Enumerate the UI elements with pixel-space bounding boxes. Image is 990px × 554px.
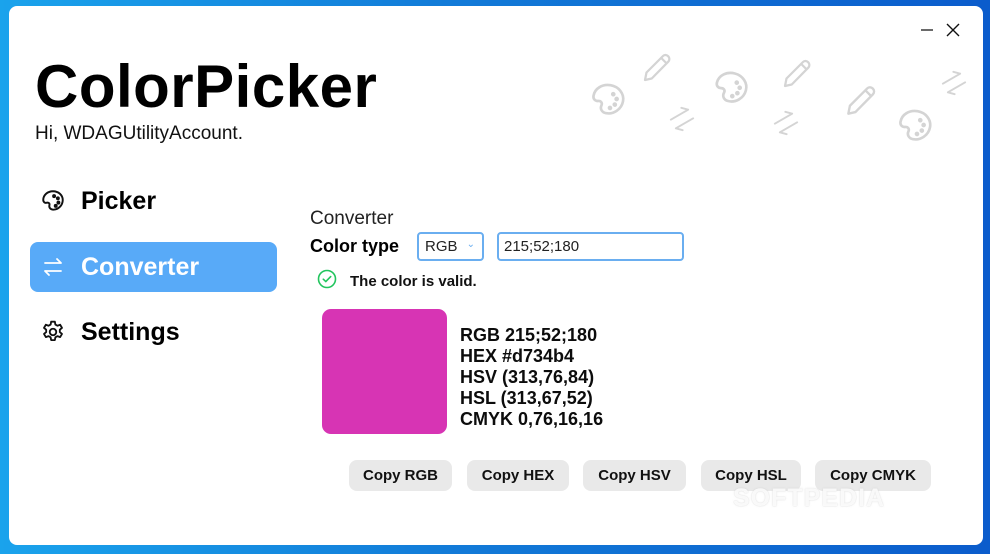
minimize-button[interactable] xyxy=(913,18,941,42)
chevron-down-icon: ⌄ xyxy=(466,239,475,250)
swap-doodle-icon xyxy=(939,68,969,98)
swap-arrows-icon xyxy=(40,254,66,280)
color-type-selected-value: RGB xyxy=(425,238,458,255)
hex-value: HEX #d734b4 xyxy=(460,346,575,366)
greeting-text: Hi, WDAGUtilityAccount. xyxy=(35,123,243,144)
close-icon xyxy=(946,23,960,37)
hsl-value: HSL (313,67,52) xyxy=(460,388,593,408)
cmyk-value: CMYK 0,76,16,16 xyxy=(460,409,604,429)
copy-hsv-button[interactable]: Copy HSV xyxy=(583,460,686,491)
check-circle-icon xyxy=(317,269,337,293)
palette-doodle-icon xyxy=(588,80,628,120)
rgb-value: RGB 215;52;180 xyxy=(460,325,598,345)
sidebar-item-settings[interactable]: Settings xyxy=(30,307,277,357)
validation-message: The color is valid. xyxy=(350,272,477,290)
sidebar-item-label: Settings xyxy=(81,317,180,346)
palette-icon xyxy=(40,188,66,214)
minimize-icon xyxy=(921,29,933,31)
color-value-input[interactable] xyxy=(497,232,684,261)
sidebar-item-picker[interactable]: Picker xyxy=(30,176,277,226)
watermark: SOFTPEDIA xyxy=(733,484,886,512)
pencil-doodle-icon xyxy=(842,82,880,120)
sidebar-item-label: Picker xyxy=(81,186,157,215)
swap-doodle-icon xyxy=(667,104,697,134)
section-title: Converter xyxy=(310,208,394,229)
palette-doodle-icon xyxy=(895,106,935,146)
color-swatch xyxy=(322,309,447,434)
hsv-value: HSV (313,76,84) xyxy=(460,367,595,387)
sidebar-item-converter[interactable]: Converter xyxy=(30,242,277,292)
color-type-label: Color type xyxy=(310,236,400,256)
app-title: ColorPicker xyxy=(35,53,378,120)
gear-icon xyxy=(40,319,66,345)
palette-doodle-icon xyxy=(711,68,751,108)
copy-hex-button[interactable]: Copy HEX xyxy=(467,460,569,491)
sidebar-item-label: Converter xyxy=(81,252,200,281)
color-type-select[interactable]: RGB ⌄ xyxy=(417,232,484,261)
swap-doodle-icon xyxy=(771,108,801,138)
copy-rgb-button[interactable]: Copy RGB xyxy=(349,460,452,491)
app-window: ColorPicker Hi, WDAGUtilityAccount. Pick… xyxy=(9,6,983,545)
pencil-doodle-icon xyxy=(639,50,675,86)
close-button[interactable] xyxy=(939,18,967,42)
color-values-list: RGB 215;52;180 HEX #d734b4 HSV (313,76,8… xyxy=(460,325,603,430)
validation-status: The color is valid. xyxy=(317,269,477,293)
pencil-doodle-icon xyxy=(779,56,815,92)
